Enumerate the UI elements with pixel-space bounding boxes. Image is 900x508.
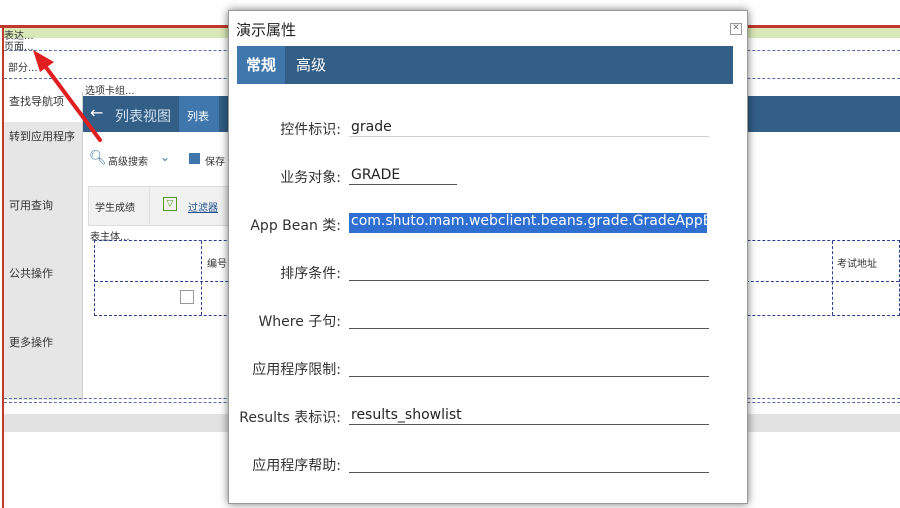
app-bean-field[interactable]: com.shuto.mam.webclient.beans.grade.Grad… — [349, 213, 707, 233]
search-icon: 🔍︎ — [89, 150, 107, 166]
tab-group-label: 选项卡组... — [85, 86, 135, 97]
where-clause-label: Where 子句: — [258, 314, 341, 330]
list-view-label[interactable]: 列表视图 — [115, 106, 171, 126]
tab-list-label: 列表 — [187, 110, 209, 123]
save-icon — [189, 153, 200, 164]
dialog-title: 演示属性 — [236, 21, 297, 39]
grid-header-id: 编号 — [207, 259, 227, 270]
toolbar: 🔍︎ 高级搜索 ⌄ 保存 — [83, 148, 243, 172]
where-clause-field[interactable] — [349, 309, 709, 329]
grid-col-divider — [832, 241, 833, 315]
table-name: 学生成绩 — [95, 203, 135, 214]
business-object-field[interactable] — [349, 165, 457, 185]
filter-divider — [149, 186, 150, 224]
nav-find-item[interactable]: 查找导航项 — [4, 92, 82, 122]
filter-link[interactable]: 过滤器 — [188, 199, 218, 214]
nav-common-actions[interactable]: 公共操作 — [4, 265, 82, 281]
tab-advanced[interactable]: 高级 — [287, 46, 335, 84]
save-label[interactable]: 保存 — [205, 153, 225, 168]
tab-list[interactable]: 列表 — [179, 96, 219, 132]
nav-available-queries[interactable]: 可用查询 — [4, 197, 82, 213]
filter-icon: ▽ — [163, 197, 177, 211]
order-by-field[interactable] — [349, 261, 709, 281]
nav-more-actions[interactable]: 更多操作 — [4, 334, 82, 350]
presentation-properties-dialog: 演示属性 ✕ 常规 高级 控件标识: 业务对象: App Bean 类: com… — [228, 10, 748, 504]
section-label: 部分... — [8, 63, 38, 74]
business-object-label: 业务对象: — [280, 170, 341, 186]
grid-col-divider — [201, 241, 202, 315]
results-table-id-label: Results 表标识: — [239, 410, 341, 426]
results-table-id-field[interactable] — [349, 405, 709, 425]
app-help-label: 应用程序帮助: — [252, 458, 341, 474]
grid-header-exam-address: 考试地址 — [837, 259, 877, 270]
nav-goto-app[interactable]: 转到应用程序 — [4, 128, 82, 144]
arrow-left-icon[interactable]: ← — [90, 103, 103, 122]
tab-general[interactable]: 常规 — [237, 46, 286, 84]
advanced-search-label[interactable]: 高级搜索 — [108, 153, 148, 168]
dialog-tab-bar: 常规 高级 — [237, 46, 733, 84]
chevron-down-icon[interactable]: ⌄ — [160, 150, 170, 164]
app-restriction-label: 应用程序限制: — [252, 362, 341, 378]
app-bean-label: App Bean 类: — [250, 218, 341, 234]
filter-row: 学生成绩 ▽ 过滤器 — [88, 186, 250, 226]
app-restriction-field[interactable] — [349, 357, 709, 377]
order-by-label: 排序条件: — [280, 266, 341, 282]
row-checkbox[interactable] — [180, 290, 194, 304]
control-id-label: 控件标识: — [280, 122, 341, 138]
control-id-field[interactable] — [349, 117, 709, 137]
close-icon[interactable]: ✕ — [730, 23, 742, 35]
app-help-field[interactable] — [349, 453, 709, 473]
left-navigation: 查找导航项 转到应用程序 可用查询 公共操作 更多操作 — [4, 92, 83, 400]
